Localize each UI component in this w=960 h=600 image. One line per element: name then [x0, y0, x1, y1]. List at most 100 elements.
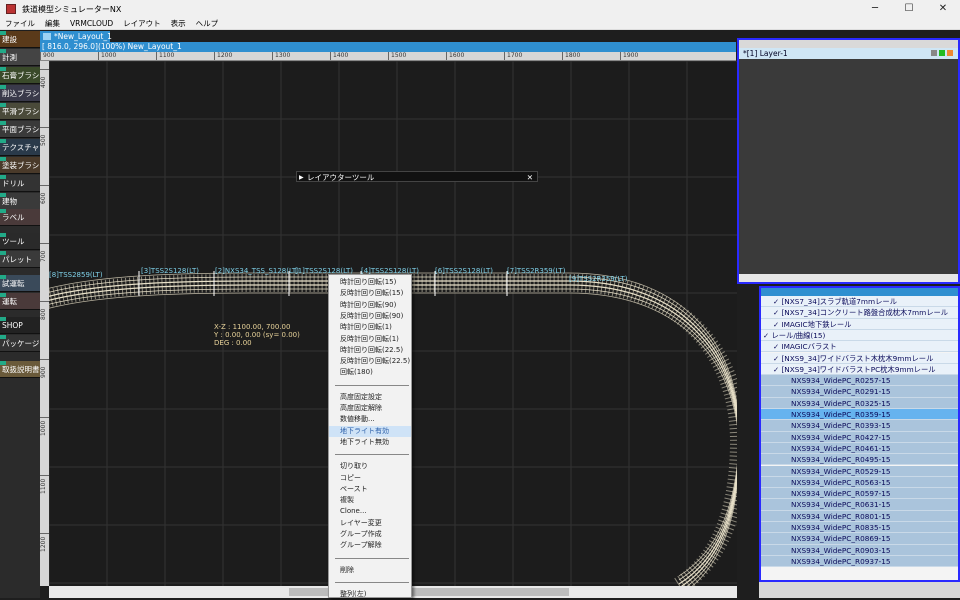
sidebar-button[interactable]: パッケージ [0, 335, 40, 352]
tree-category-label: レール/曲線(15) [771, 330, 826, 340]
layer-row[interactable]: *[1] Layer-1 [739, 48, 958, 59]
layouter-tool-title: レイアウターツール [307, 173, 375, 182]
sidebar-button[interactable]: 運転 [0, 293, 40, 310]
tree-item[interactable]: NXS934_WidePC_R0461-15 [761, 442, 958, 455]
tree-item[interactable]: NXS934_WidePC_R0835-15 [761, 522, 958, 534]
sidebar-button-label: テクスチャ [2, 143, 40, 152]
sidebar-button[interactable]: ツール [0, 233, 40, 250]
context-menu-item[interactable]: 反時計回り回転(22.5) [329, 356, 411, 367]
sidebar-button[interactable]: パレット [0, 251, 40, 268]
context-menu-item[interactable]: 反時計回り回転(15) [329, 288, 411, 299]
context-menu-item[interactable]: コピー [329, 473, 411, 484]
context-menu-item[interactable]: 時計回り回転(15) [329, 277, 411, 288]
context-menu-item[interactable]: ペースト [329, 484, 411, 495]
sidebar-button[interactable]: 塗装ブラシ [0, 157, 40, 174]
tree-item[interactable]: NXS934_WidePC_R0563-15 [761, 476, 958, 489]
tree-item[interactable]: NXS934_WidePC_R0495-15 [761, 454, 958, 466]
layer-lock-icon[interactable] [931, 50, 937, 56]
tree-item[interactable]: NXS934_WidePC_R0631-15 [761, 499, 958, 511]
context-menu-item[interactable]: グループ作成 [329, 529, 411, 540]
sidebar-marker-icon [0, 193, 6, 197]
tree-item[interactable]: NXS934_WidePC_R0937-15 [761, 555, 958, 568]
sidebar-button[interactable]: 建設 [0, 31, 40, 48]
app-window: 鉄道模型シミュレーターNX ─ ☐ ✕ ファイル 編集 VRMCLOUD レイア… [0, 0, 960, 598]
layer-panel-scrollbar[interactable] [739, 274, 958, 282]
sidebar-button[interactable]: 計測 [0, 49, 40, 66]
tree-item[interactable]: NXS934_WidePC_R0597-15 [761, 488, 958, 500]
tree-item-label: NXS934_WidePC_R0427-15 [791, 432, 891, 442]
context-menu-item[interactable]: 時計回り回転(1) [329, 322, 411, 333]
layer-visible-icon[interactable] [939, 50, 945, 56]
context-menu-item[interactable]: 反時計回り回転(1) [329, 334, 411, 345]
context-menu-item[interactable]: 地下ライト無効 [329, 437, 411, 448]
context-menu-item[interactable]: 高度固定解除 [329, 403, 411, 414]
context-menu-item[interactable]: レイヤー変更 [329, 518, 411, 529]
context-menu-item[interactable]: 数値移動... [329, 414, 411, 425]
context-menu-item[interactable]: 回転(180) [329, 367, 411, 378]
ruler-tick-label: 1900 [620, 52, 638, 60]
tree-group[interactable]: ✓ [NXS9_34]ワイドバラスト木枕木9mmレール [761, 352, 958, 364]
sidebar-marker-icon [0, 233, 6, 237]
tree-group[interactable]: ✓ IMAGICバラスト [761, 341, 958, 353]
menu-view[interactable]: 表示 [166, 18, 191, 29]
context-menu-item[interactable]: 地下ライト有効 [329, 425, 411, 437]
menu-layout[interactable]: レイアウト [118, 18, 166, 29]
tree-item[interactable]: NXS934_WidePC_R0869-15 [761, 533, 958, 545]
context-menu-item[interactable]: 整列(左) [329, 589, 411, 600]
context-menu-item[interactable]: 時計回り回転(22.5) [329, 345, 411, 356]
tree-item[interactable]: NXS934_WidePC_R0801-15 [761, 510, 958, 522]
tree-item[interactable]: NXS934_WidePC_R0257-15 [761, 375, 958, 387]
layouter-tool-bar[interactable]: ▶ レイアウターツール ✕ [296, 171, 538, 182]
context-menu-item[interactable]: 時計回り回転(90) [329, 300, 411, 311]
tree-item[interactable]: NXS934_WidePC_R0291-15 [761, 386, 958, 398]
document-icon [43, 33, 51, 40]
sidebar-button-label: 削込ブラシ [2, 89, 40, 98]
context-menu-item[interactable]: グループ解除 [329, 540, 411, 551]
sidebar-button-label: 計測 [2, 53, 17, 62]
tree-category[interactable]: ✓ レール/曲線(15) [761, 329, 958, 342]
layer-color-icon[interactable] [947, 50, 953, 56]
tree-group[interactable]: ✓ [NXS7_34]コンクリート路盤合成枕木7mmレール [761, 307, 958, 319]
menu-file[interactable]: ファイル [0, 18, 40, 29]
tool-close-icon[interactable]: ✕ [527, 172, 533, 183]
sidebar-button[interactable]: ラベル [0, 209, 40, 226]
context-menu-item[interactable]: Clone... [329, 506, 411, 517]
context-menu-item[interactable]: 削除 [329, 565, 411, 576]
tree-item-label: NXS934_WidePC_R0393-15 [791, 421, 891, 431]
context-menu-item[interactable]: 切り取り [329, 461, 411, 472]
context-menu-item[interactable]: 高度固定設定 [329, 392, 411, 403]
tree-item-label: NXS934_WidePC_R0835-15 [791, 523, 891, 532]
maximize-button[interactable]: ☐ [892, 0, 926, 18]
sidebar-button[interactable]: 試運転 [0, 275, 40, 292]
sidebar-button[interactable]: ドリル [0, 175, 40, 192]
menu-edit[interactable]: 編集 [40, 18, 65, 29]
sidebar-button[interactable]: 石膏ブラシ [0, 67, 40, 84]
sidebar-button[interactable]: 取扱説明書 [0, 361, 40, 378]
menu-vrmcloud[interactable]: VRMCLOUD [65, 19, 118, 28]
tree-group[interactable]: ✓ [NXS7_34]スラブ軌道7mmレール [761, 296, 958, 308]
tree-item[interactable]: NXS934_WidePC_R0903-15 [761, 544, 958, 556]
tree-item[interactable]: NXS934_WidePC_R0427-15 [761, 431, 958, 443]
sidebar-button[interactable]: テクスチャ [0, 139, 40, 156]
tree-group[interactable]: ✓ [NXS9_34]ワイドバラストPC枕木9mmレール [761, 363, 958, 376]
context-menu-item[interactable]: 反時計回り回転(90) [329, 311, 411, 322]
minimize-button[interactable]: ─ [858, 0, 892, 18]
menu-help[interactable]: ヘルプ [191, 18, 224, 29]
sidebar-button[interactable]: 平面ブラシ [0, 121, 40, 138]
tree-group[interactable]: ✓ IMAGIC地下鉄レール [761, 318, 958, 330]
sidebar-button[interactable]: SHOP [0, 317, 40, 334]
context-menu-item[interactable]: 複製 [329, 495, 411, 506]
tree-item[interactable]: NXS934_WidePC_R0359-15 [761, 409, 958, 421]
sidebar-button[interactable]: 建物 [0, 193, 40, 210]
tree-item[interactable]: NXS934_WidePC_R0325-15 [761, 397, 958, 409]
sidebar-button[interactable]: 削込ブラシ [0, 85, 40, 102]
ruler-tick-text: 1000 [40, 420, 47, 436]
tree-item-label: NXS934_WidePC_R0903-15 [791, 545, 891, 555]
close-button[interactable]: ✕ [926, 0, 960, 18]
ruler-tick-label: 1400 [330, 52, 348, 60]
sidebar-button[interactable]: 平滑ブラシ [0, 103, 40, 120]
expand-arrow-icon[interactable]: ▶ [299, 172, 304, 183]
document-tab[interactable]: *New_Layout_1 [40, 31, 112, 42]
tree-item[interactable]: NXS934_WidePC_R0529-15 [761, 465, 958, 477]
tree-item[interactable]: NXS934_WidePC_R0393-15 [761, 420, 958, 432]
